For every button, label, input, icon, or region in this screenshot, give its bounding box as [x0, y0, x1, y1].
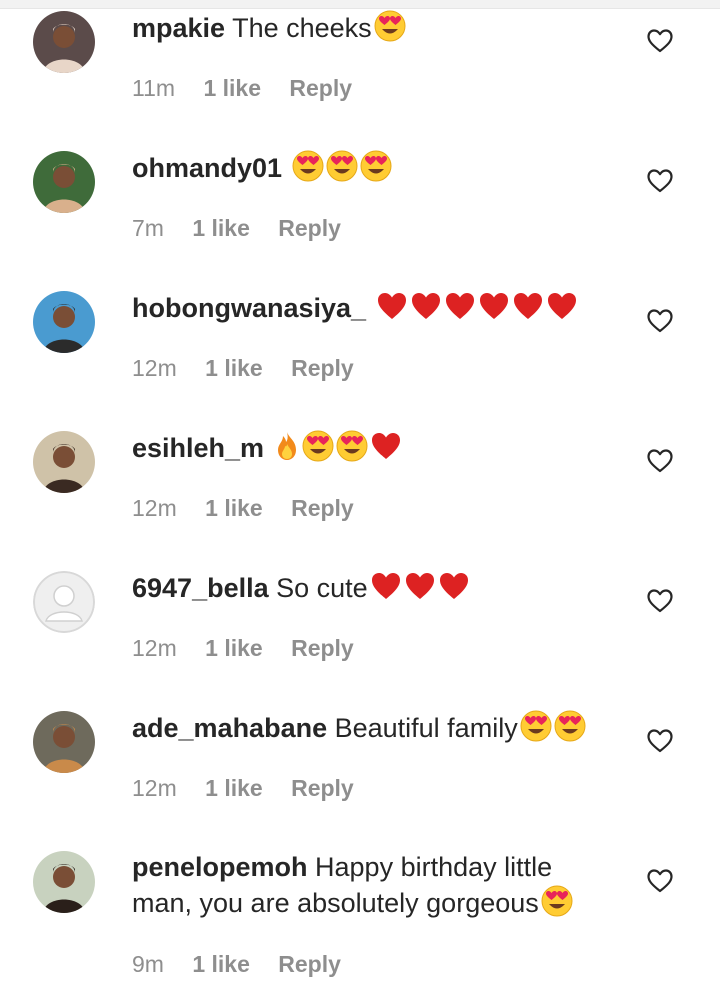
comment-text: The cheeks	[232, 13, 372, 43]
comment-text: Beautiful family	[334, 713, 518, 743]
red-heart-icon	[478, 290, 510, 331]
red-heart-icon	[370, 570, 402, 611]
comment-meta: 11m 1 like Reply	[132, 75, 374, 102]
heart-eyes-icon	[360, 150, 392, 191]
reply-button[interactable]: Reply	[291, 495, 354, 521]
username[interactable]: esihleh_m	[132, 433, 264, 463]
likes-count[interactable]: 1 like	[203, 75, 261, 101]
like-heart-icon[interactable]	[647, 309, 673, 333]
comment-body: hobongwanasiya_	[132, 290, 592, 331]
avatar[interactable]	[33, 571, 95, 633]
username[interactable]: mpakie	[132, 13, 225, 43]
username[interactable]: 6947_bella	[132, 573, 269, 603]
like-heart-icon[interactable]	[647, 169, 673, 193]
username[interactable]: ohmandy01	[132, 153, 282, 183]
red-heart-icon	[370, 430, 402, 471]
timestamp: 12m	[132, 775, 177, 801]
heart-eyes-icon	[541, 885, 573, 926]
timestamp: 12m	[132, 355, 177, 381]
avatar[interactable]	[33, 11, 95, 73]
heart-eyes-icon	[302, 430, 334, 471]
red-heart-icon	[438, 570, 470, 611]
reply-button[interactable]: Reply	[291, 775, 354, 801]
reply-button[interactable]: Reply	[291, 635, 354, 661]
red-heart-icon	[404, 570, 436, 611]
heart-eyes-icon	[554, 710, 586, 751]
red-heart-icon	[546, 290, 578, 331]
comment-meta: 9m 1 like Reply	[132, 951, 363, 978]
reply-button[interactable]: Reply	[291, 355, 354, 381]
reply-button[interactable]: Reply	[278, 215, 341, 241]
reply-button[interactable]: Reply	[289, 75, 352, 101]
like-heart-icon[interactable]	[647, 589, 673, 613]
comment-meta: 12m 1 like Reply	[132, 635, 376, 662]
heart-eyes-icon	[292, 150, 324, 191]
comment-body: ade_mahabane Beautiful family	[132, 710, 592, 751]
like-heart-icon[interactable]	[647, 869, 673, 893]
fire-icon	[274, 430, 300, 471]
heart-eyes-icon	[326, 150, 358, 191]
likes-count[interactable]: 1 like	[205, 775, 263, 801]
heart-eyes-icon	[374, 10, 406, 51]
comment-body: ohmandy01	[132, 150, 592, 191]
comment-body: mpakie The cheeks	[132, 10, 592, 51]
reply-button[interactable]: Reply	[278, 951, 341, 977]
timestamp: 12m	[132, 635, 177, 661]
avatar[interactable]	[33, 151, 95, 213]
likes-count[interactable]: 1 like	[205, 635, 263, 661]
comment-meta: 12m 1 like Reply	[132, 495, 376, 522]
comment-meta: 12m 1 like Reply	[132, 775, 376, 802]
likes-count[interactable]: 1 like	[205, 495, 263, 521]
avatar[interactable]	[33, 711, 95, 773]
timestamp: 11m	[132, 75, 176, 101]
username[interactable]: ade_mahabane	[132, 713, 327, 743]
likes-count[interactable]: 1 like	[192, 215, 250, 241]
likes-count[interactable]: 1 like	[205, 355, 263, 381]
likes-count[interactable]: 1 like	[192, 951, 250, 977]
top-divider	[0, 0, 720, 9]
red-heart-icon	[444, 290, 476, 331]
red-heart-icon	[512, 290, 544, 331]
heart-eyes-icon	[336, 430, 368, 471]
avatar[interactable]	[33, 431, 95, 493]
comment-meta: 7m 1 like Reply	[132, 215, 363, 242]
red-heart-icon	[410, 290, 442, 331]
username[interactable]: penelopemoh	[132, 852, 308, 882]
red-heart-icon	[376, 290, 408, 331]
comment-text: So cute	[276, 573, 368, 603]
comment-meta: 12m 1 like Reply	[132, 355, 376, 382]
avatar[interactable]	[33, 291, 95, 353]
comment-body: penelopemoh Happy birthday little man, y…	[132, 850, 592, 926]
heart-eyes-icon	[520, 710, 552, 751]
timestamp: 12m	[132, 495, 177, 521]
timestamp: 9m	[132, 951, 164, 977]
timestamp: 7m	[132, 215, 164, 241]
comment-body: 6947_bella So cute	[132, 570, 592, 611]
comment-body: esihleh_m	[132, 430, 592, 471]
like-heart-icon[interactable]	[647, 29, 673, 53]
like-heart-icon[interactable]	[647, 729, 673, 753]
like-heart-icon[interactable]	[647, 449, 673, 473]
username[interactable]: hobongwanasiya_	[132, 293, 366, 323]
avatar[interactable]	[33, 851, 95, 913]
